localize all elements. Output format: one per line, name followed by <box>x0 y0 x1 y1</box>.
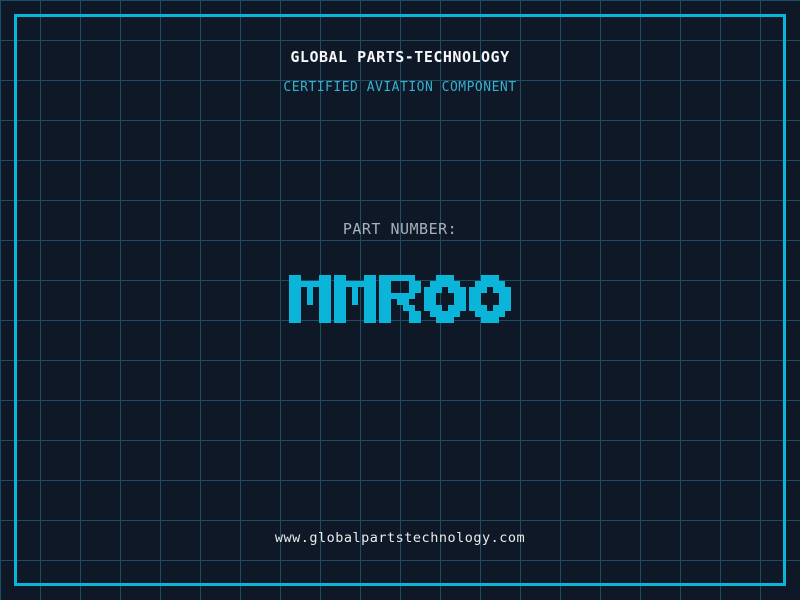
part-number-glyph <box>289 275 331 323</box>
part-number-label: PART NUMBER: <box>0 221 800 238</box>
certification-subtitle: CERTIFIED AVIATION COMPONENT <box>0 81 800 95</box>
part-number-glyph <box>379 275 421 323</box>
part-number-glyph <box>334 275 376 323</box>
company-title: GLOBAL PARTS-TECHNOLOGY <box>0 49 800 66</box>
part-number-glyph <box>469 275 511 323</box>
part-number-value <box>0 275 800 323</box>
certificate-page: GLOBAL PARTS-TECHNOLOGY CERTIFIED AVIATI… <box>0 0 800 600</box>
website-url: www.globalpartstechnology.com <box>0 531 800 546</box>
part-number-glyph <box>424 275 466 323</box>
